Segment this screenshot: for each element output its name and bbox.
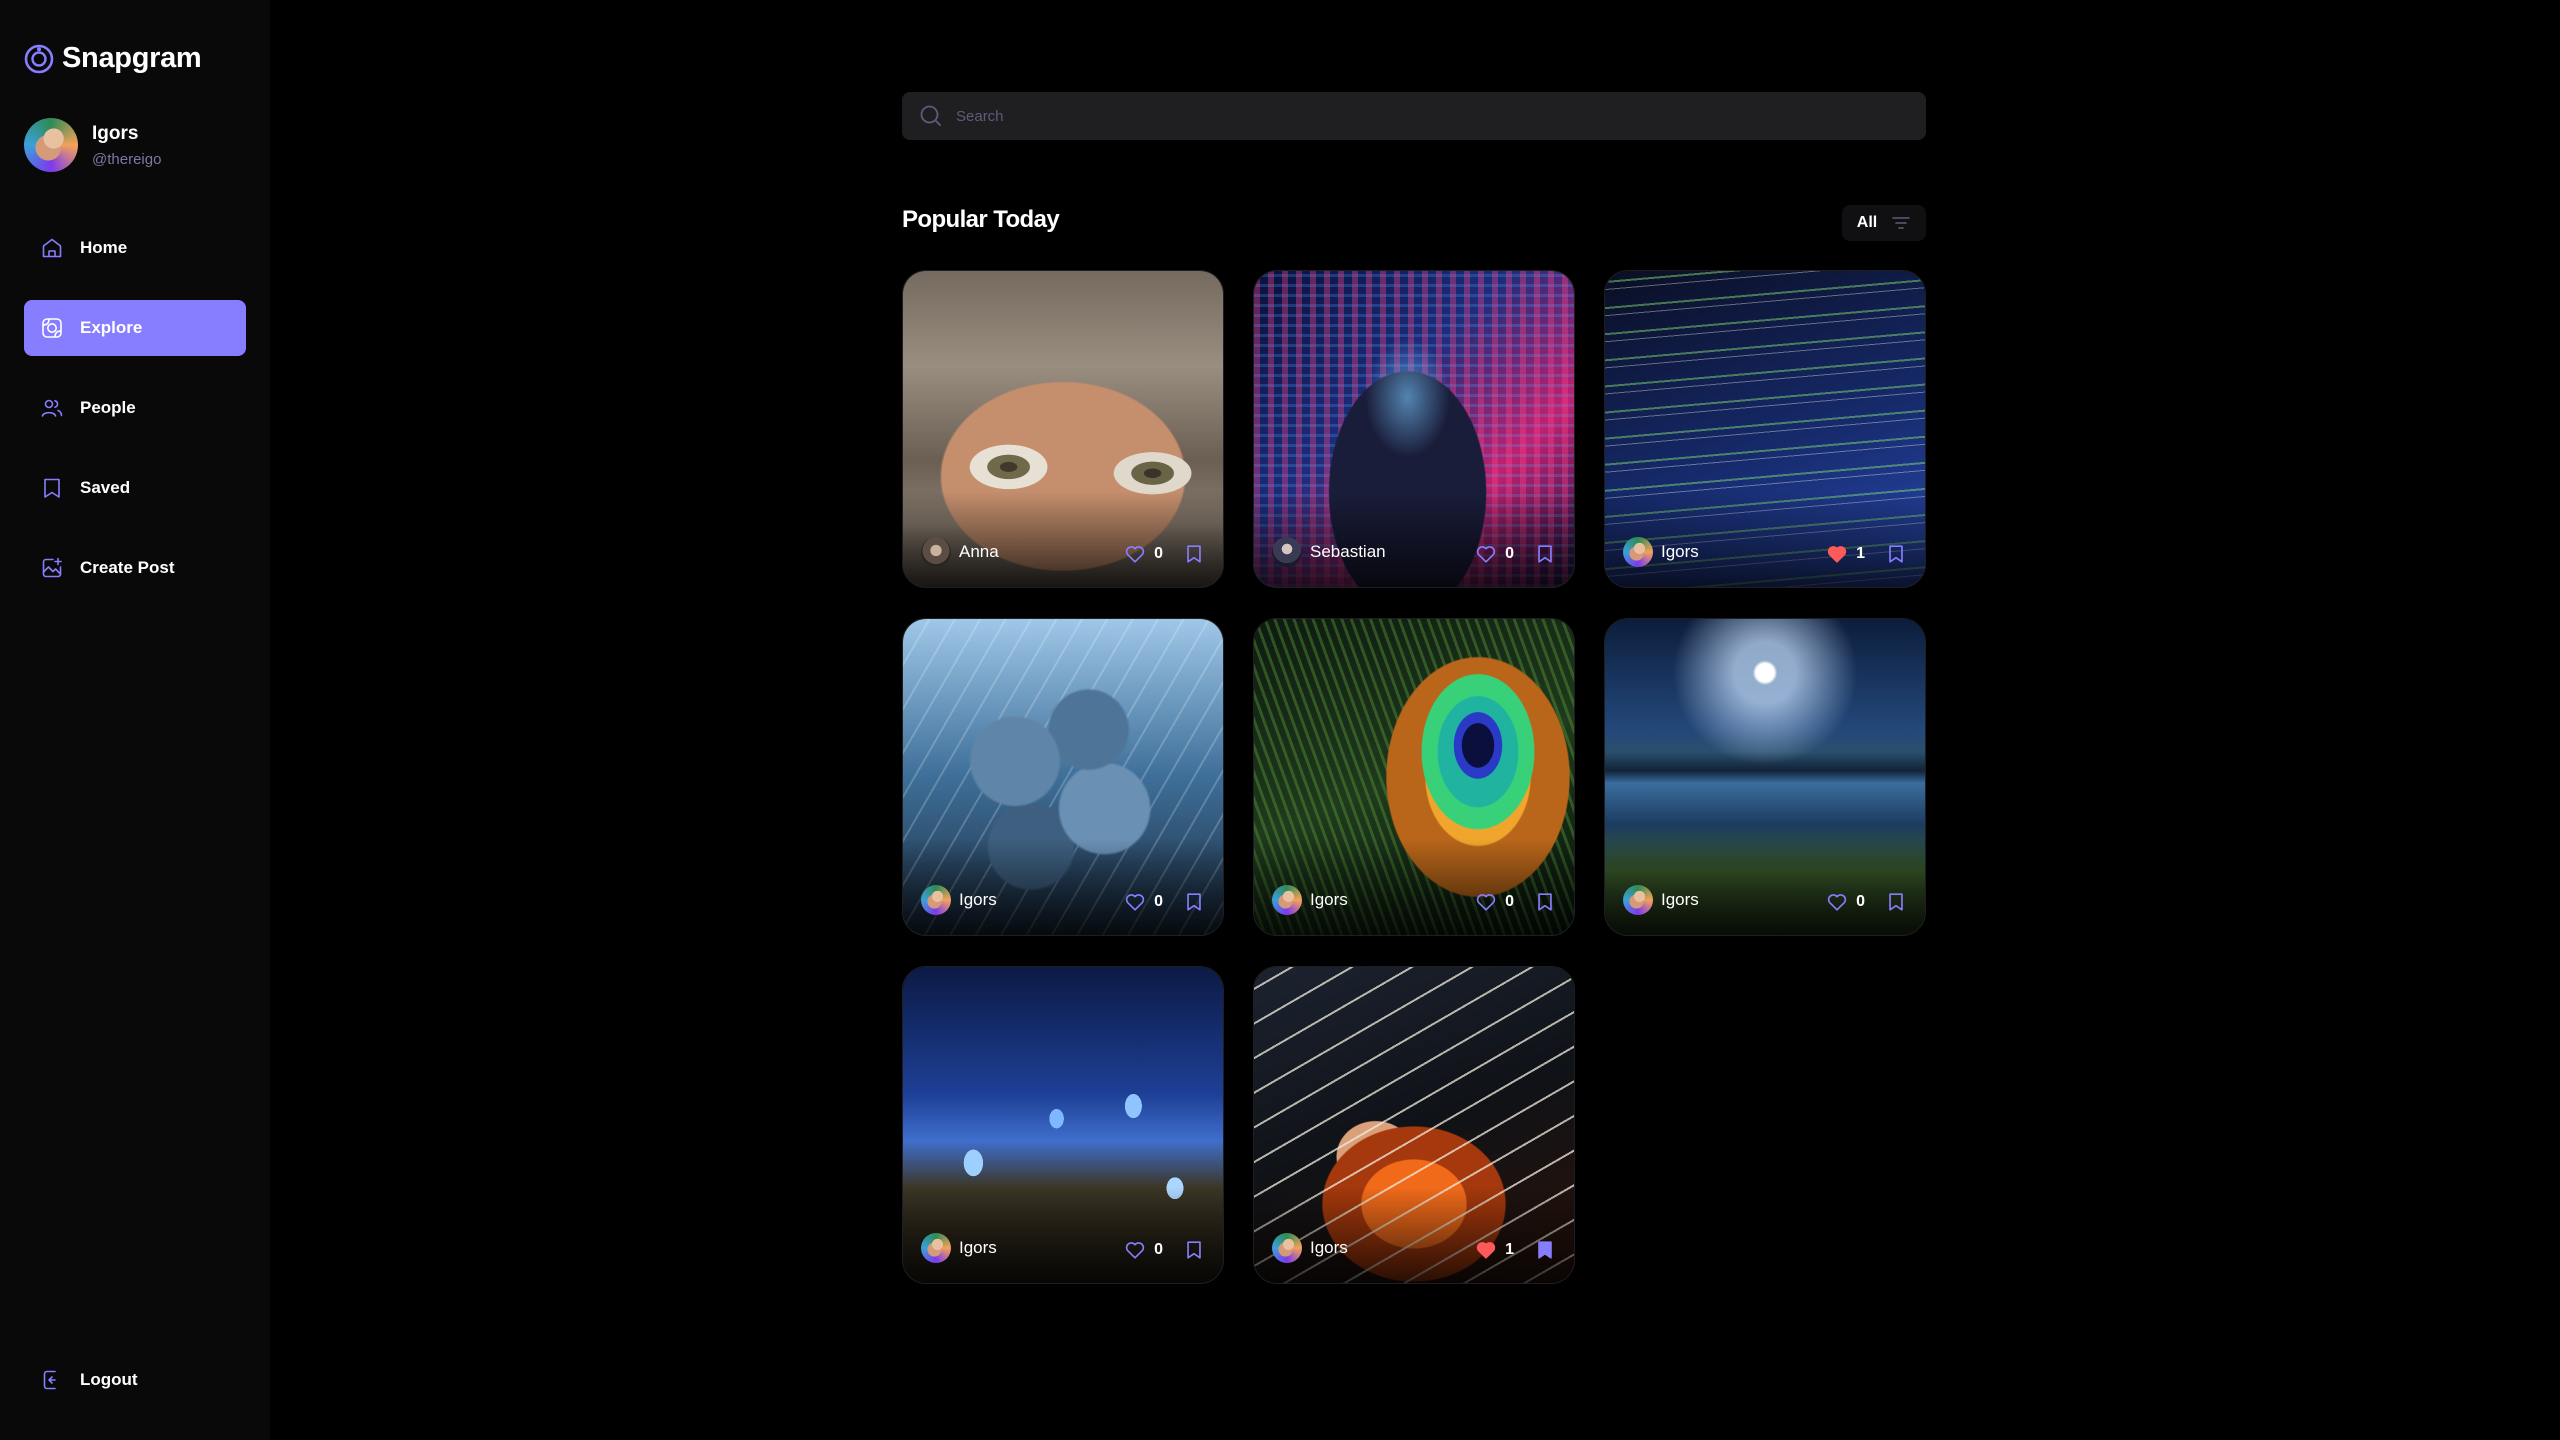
save-icon[interactable] <box>1885 891 1907 913</box>
like-count: 0 <box>1154 893 1163 910</box>
post-card[interactable]: Igors 0 <box>1253 618 1575 936</box>
post-author-name: Igors <box>959 890 997 909</box>
post-author[interactable]: Igors <box>921 885 997 915</box>
post-author[interactable]: Igors <box>921 1233 997 1263</box>
save-icon[interactable] <box>1885 543 1907 565</box>
avatar <box>1272 537 1302 567</box>
like-icon[interactable] <box>1475 891 1497 913</box>
profile-name: Igors <box>92 122 139 144</box>
like-count: 0 <box>1154 1241 1163 1258</box>
post-card[interactable]: Igors 1 <box>1604 270 1926 588</box>
sidebar-item-people[interactable]: People <box>24 380 246 436</box>
avatar <box>24 118 78 172</box>
post-card[interactable]: Igors 0 <box>902 966 1224 1284</box>
avatar <box>1272 1233 1302 1263</box>
avatar <box>921 537 951 567</box>
sidebar-item-label: Home <box>80 238 128 257</box>
save-icon[interactable] <box>1183 543 1205 565</box>
post-author-name: Igors <box>959 1238 997 1257</box>
post-author-name: Igors <box>1310 1238 1348 1257</box>
search-icon <box>920 105 941 126</box>
like-count: 1 <box>1505 1241 1514 1258</box>
sidebar-item-label: Saved <box>80 478 131 497</box>
save-icon[interactable] <box>1534 543 1556 565</box>
section-title: Popular Today <box>902 206 1060 233</box>
sidebar-item-home[interactable]: Home <box>24 220 246 276</box>
bookmark-icon <box>44 478 60 498</box>
sidebar-item-label: Create Post <box>80 558 175 577</box>
save-icon[interactable] <box>1183 891 1205 913</box>
sidebar-item-label: Explore <box>80 318 143 337</box>
like-icon[interactable] <box>1124 543 1146 565</box>
post-stats: 0 <box>1826 891 1907 913</box>
post-stats: 0 <box>1475 543 1556 565</box>
like-icon[interactable] <box>1475 543 1497 565</box>
search-input[interactable] <box>956 107 1926 125</box>
like-count: 0 <box>1505 893 1514 910</box>
avatar <box>1623 885 1653 915</box>
create-post-icon <box>42 557 62 578</box>
post-stats: 1 <box>1826 543 1907 565</box>
post-author[interactable]: Igors <box>1272 1233 1348 1263</box>
liked-heart-icon[interactable] <box>1475 1239 1497 1261</box>
like-count: 0 <box>1856 893 1865 910</box>
post-author[interactable]: Sebastian <box>1272 537 1386 567</box>
liked-heart-icon[interactable] <box>1826 543 1848 565</box>
filter-icon <box>1892 217 1911 229</box>
explore-icon <box>42 318 62 338</box>
post-author-name: Sebastian <box>1310 542 1386 561</box>
post-stats: 0 <box>1124 543 1205 565</box>
save-icon[interactable] <box>1534 891 1556 913</box>
post-author[interactable]: Igors <box>1272 885 1348 915</box>
post-author-name: Igors <box>1661 542 1699 561</box>
sidebar-item-explore[interactable]: Explore <box>24 300 246 356</box>
sidebar-item-saved[interactable]: Saved <box>24 460 246 516</box>
post-author-name: Anna <box>959 542 999 561</box>
logout-label: Logout <box>80 1370 138 1389</box>
post-stats: 1 <box>1475 1239 1556 1261</box>
saved-bookmark-icon[interactable] <box>1534 1239 1556 1261</box>
filter-dropdown[interactable]: All <box>1842 205 1926 241</box>
snapgram-logo-icon <box>24 44 54 73</box>
post-card[interactable]: Igors 1 <box>1253 966 1575 1284</box>
like-count: 0 <box>1505 545 1514 562</box>
post-card[interactable]: Igors 0 <box>902 618 1224 936</box>
post-author-name: Igors <box>1661 890 1699 909</box>
like-count: 0 <box>1154 545 1163 562</box>
post-stats: 0 <box>1475 891 1556 913</box>
avatar <box>921 885 951 915</box>
logout-button[interactable]: Logout <box>24 1352 246 1408</box>
post-card[interactable]: Anna 0 <box>902 270 1224 588</box>
filter-label: All <box>1856 214 1878 231</box>
search-bar[interactable] <box>902 92 1926 140</box>
sidebar-nav: Home Explore People Saved Create Post <box>24 220 246 620</box>
post-stats: 0 <box>1124 1239 1205 1261</box>
profile-handle: @thereigo <box>92 150 162 168</box>
post-card[interactable]: Igors 0 <box>1604 618 1926 936</box>
avatar <box>1623 537 1653 567</box>
save-icon[interactable] <box>1183 1239 1205 1261</box>
like-count: 1 <box>1856 545 1865 562</box>
post-author[interactable]: Igors <box>1623 537 1699 567</box>
logo[interactable]: Snapgram <box>24 42 202 75</box>
like-icon[interactable] <box>1124 1239 1146 1261</box>
post-stats: 0 <box>1124 891 1205 913</box>
sidebar: Snapgram Igors @thereigo Home Explore Pe… <box>0 0 270 1440</box>
like-icon[interactable] <box>1826 891 1848 913</box>
avatar <box>921 1233 951 1263</box>
people-icon <box>41 399 63 417</box>
avatar <box>1272 885 1302 915</box>
post-author[interactable]: Anna <box>921 537 999 567</box>
profile-card[interactable]: Igors @thereigo <box>24 118 161 172</box>
home-icon <box>42 238 62 258</box>
sidebar-item-label: People <box>80 398 136 417</box>
post-author-name: Igors <box>1310 890 1348 909</box>
like-icon[interactable] <box>1124 891 1146 913</box>
post-card[interactable]: Sebastian 0 <box>1253 270 1575 588</box>
app-name: Snapgram <box>62 42 202 74</box>
post-author[interactable]: Igors <box>1623 885 1699 915</box>
posts-grid: Anna 0 Sebastian 0 Igors 1 Igors 0 Igors… <box>902 270 1926 1284</box>
sidebar-item-create-post[interactable]: Create Post <box>24 540 246 596</box>
logout-icon <box>43 1370 56 1390</box>
